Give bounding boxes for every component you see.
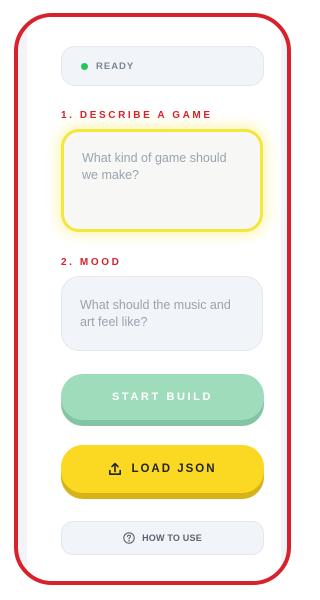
how-to-use-button[interactable]: HOW TO USE: [61, 521, 264, 555]
start-build-label: START BUILD: [111, 391, 214, 403]
builder-panel: READY 1. DESCRIBE A GAME 2. MOOD START B…: [27, 17, 281, 581]
load-json-button[interactable]: LOAD JSON: [61, 445, 264, 493]
how-to-use-label: HOW TO USE: [142, 533, 202, 543]
mood-label: 2. MOOD: [61, 257, 122, 268]
status-text: READY: [96, 60, 135, 72]
load-json-label: LOAD JSON: [131, 463, 217, 475]
mood-input[interactable]: [61, 276, 263, 351]
status-dot-icon: [81, 62, 88, 70]
upload-icon: [108, 462, 122, 476]
status-pill: READY: [61, 46, 264, 86]
phone-frame: READY 1. DESCRIBE A GAME 2. MOOD START B…: [14, 13, 291, 585]
describe-game-label: 1. DESCRIBE A GAME: [61, 110, 213, 121]
game-description-input[interactable]: [61, 129, 263, 232]
question-circle-icon: [123, 532, 135, 544]
start-build-button[interactable]: START BUILD: [61, 374, 264, 420]
